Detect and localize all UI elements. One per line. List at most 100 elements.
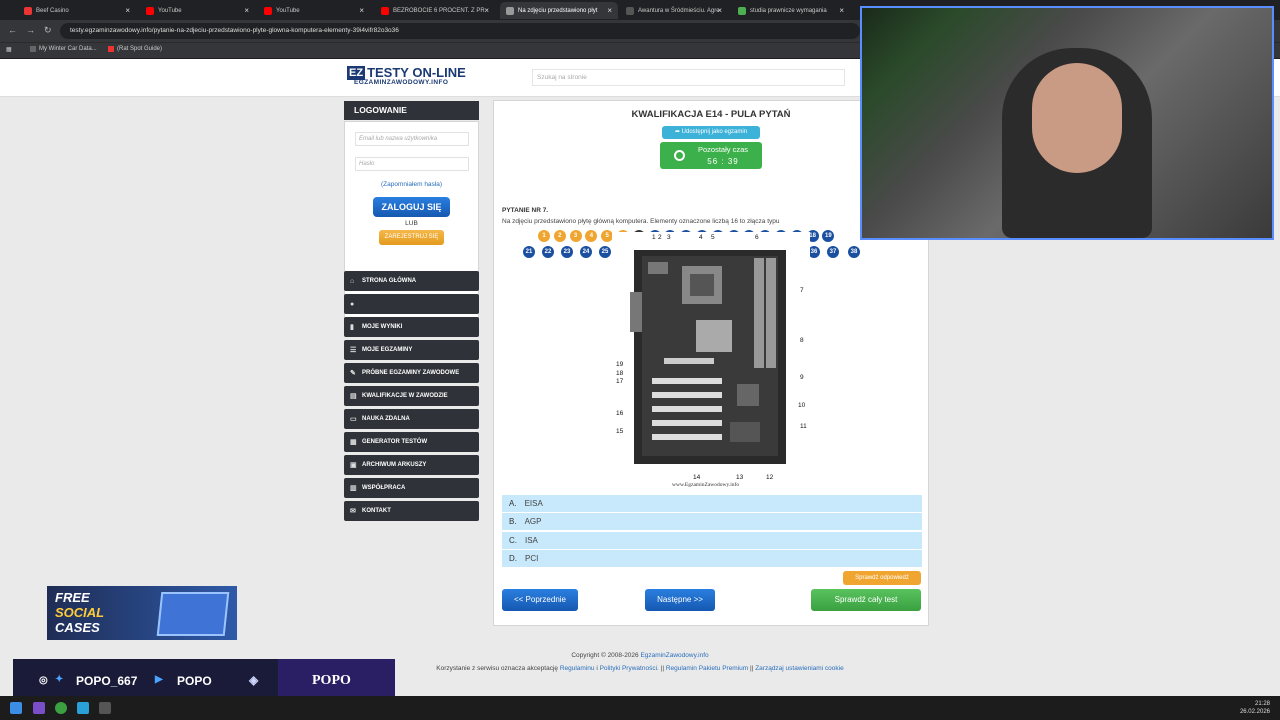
image-callout-label: 8 [800,337,804,344]
sidebar-item[interactable]: ▣ ARCHIWUM ARKUSZY [344,455,479,475]
clock-date: 26.02.2026 [1239,709,1270,715]
check-answer-button[interactable]: Sprawdź odpowiedź [843,571,921,585]
question-number-button[interactable]: 3 [569,230,582,242]
tab-favicon [738,6,746,15]
close-tab-icon[interactable]: × [359,6,364,15]
close-tab-icon[interactable]: × [717,6,722,15]
sidebar-item[interactable]: ▭ NAUKA ZDALNA [344,409,479,429]
social-handle: POPO_667 [76,674,138,688]
answer-letter: D. [509,553,517,563]
telegram-icon[interactable] [77,702,89,714]
bookmark-2[interactable]: (Rat Spot Guide) [108,46,162,52]
browser-tab[interactable]: YouTube × [258,2,370,19]
sidebar-item-label: GENERATOR TESTÓW [362,439,428,445]
previous-button[interactable]: << Poprzednie [502,589,578,611]
close-tab-icon[interactable]: × [484,6,489,15]
forward-icon[interactable]: → [26,25,35,35]
user-icon: ● [350,300,355,308]
app-icon[interactable] [33,702,45,714]
site-logo[interactable]: EZ TESTY ON-LINE EGZAMINZAWODOWY.INFO [347,66,466,88]
archive-icon: ▣ [350,461,357,469]
sidebar-item-label: MOJE WYNIKI [362,324,403,330]
share-label: Udostępnij jako egzamin [681,129,748,135]
image-callout-label: 19 [616,361,624,368]
webcam-overlay [860,6,1274,240]
youtube-icon: ▶ [155,674,163,685]
tab-favicon [146,6,154,15]
bookmark-1[interactable]: My Winter Car Data... [30,46,97,52]
question-number-button[interactable]: 1 [538,230,550,242]
sidebar-item-label: KWALIFIKACJE W ZAWODZIE [362,393,448,399]
check-all-button[interactable]: Sprawdź cały test [811,589,921,611]
sidebar-item[interactable]: ▦ GENERATOR TESTÓW [344,432,479,452]
premium-terms-link[interactable]: Regulamin Pakietu Premium [666,665,748,672]
url-field[interactable]: testy.egzaminzawodowy.info/pytanie-na-zd… [60,23,860,39]
apps-icon[interactable]: ▦ [6,46,12,53]
logo-title: TESTY ON-LINE [367,65,466,80]
answer-option[interactable]: B. AGP [502,513,922,532]
register-button[interactable]: ZAREJESTRUJ SIĘ [379,230,444,245]
promo-banner: FREE SOCIAL CASES [47,586,237,640]
twitter-icon: ✦ [55,674,64,685]
browser-tab[interactable]: Na zdjęciu przedstawiono płyt × [500,2,618,19]
taskbar: 21:28 26.02.2026 [0,696,1280,720]
forgot-password-link[interactable]: (Zapomniałem hasła) [345,181,478,188]
close-tab-icon[interactable]: × [839,6,844,15]
close-tab-icon[interactable]: × [244,6,249,15]
image-callout-label: 17 [616,378,624,385]
sidebar-item[interactable]: ▮ MOJE WYNIKI [344,317,479,337]
answer-option[interactable]: D. PCI [502,549,922,568]
sidebar-item[interactable]: ▤ KWALIFIKACJE W ZAWODZIE [344,386,479,406]
image-callout-label: 9 [800,374,804,381]
sidebar-item[interactable]: ● [344,294,479,314]
back-icon[interactable]: ← [8,25,17,35]
close-tab-icon[interactable]: × [607,6,612,15]
question-number-button[interactable]: 2 [553,230,566,242]
question-number-button[interactable]: 4 [585,230,598,242]
share-exam-button[interactable]: ➦ Udostępnij jako egzamin [662,126,760,139]
tab-label: Awantura w Śródmieściu. Agre [638,7,720,14]
brand-logo: POPO [312,673,351,688]
browser-tab[interactable]: studia prawnicze wymagania × [732,2,850,19]
app-icon[interactable] [99,702,111,714]
copyright-link[interactable]: EgzaminZawodowy.info [640,652,708,659]
answer-option[interactable]: C. ISA [502,531,922,550]
mail-icon: ✉ [350,507,356,515]
browser-tab[interactable]: Beef Casino × [18,2,136,19]
or-label: LUB [405,220,418,227]
email-field[interactable]: Email lub nazwa użytkownika [355,132,469,146]
answer-option[interactable]: A. EISA [502,495,922,513]
browser-tab[interactable]: BEZROBOCIE 6 PROCENT. Z PR × [375,2,495,19]
login-button[interactable]: ZALOGUJ SIĘ [373,197,450,217]
question-number-button[interactable]: 23 [561,246,573,258]
question-number-button[interactable]: 22 [542,246,554,258]
system-clock[interactable]: 21:28 26.02.2026 [1240,700,1270,716]
search-input[interactable]: Szukaj na stronie [532,69,845,86]
chrome-icon[interactable] [55,702,67,714]
question-number-button[interactable]: 37 [827,246,839,258]
privacy-link[interactable]: Polityki Prywatności. [600,665,659,672]
reload-icon[interactable]: ↻ [44,25,52,36]
sidebar-item[interactable]: ⌂ STRONA GŁÓWNA [344,271,479,291]
sidebar-item-label: STRONA GŁÓWNA [362,278,417,284]
next-button[interactable]: Następne >> [645,589,715,611]
terms-link[interactable]: Regulaminu [560,665,595,672]
question-number-button[interactable]: 24 [580,246,592,258]
question-number-button[interactable]: 19 [822,230,835,242]
sidebar-item[interactable]: ☰ MOJE EGZAMINY [344,340,479,360]
sidebar-item[interactable]: ▥ WSPÓŁPRACA [344,478,479,498]
sidebar-item[interactable]: ✉ KONTAKT [344,501,479,521]
share-icon: ➦ [674,129,682,135]
browser-tab[interactable]: Awantura w Śródmieściu. Agre × [620,2,728,19]
question-number-button[interactable]: 21 [523,246,535,258]
browser-tab[interactable]: YouTube × [140,2,255,19]
start-icon[interactable] [10,702,22,714]
sidebar-item[interactable]: ✎ PRÓBNE EGZAMINY ZAWODOWE [344,363,479,383]
cookie-settings-link[interactable]: Zarządzaj ustawieniami cookie [755,665,844,672]
tab-label: studia prawnicze wymagania [750,7,827,14]
question-number-button[interactable]: 38 [848,246,860,258]
book-icon: ▤ [350,392,357,400]
question-number-button[interactable]: 25 [599,246,611,258]
close-tab-icon[interactable]: × [125,6,130,15]
password-field[interactable]: Hasło [355,157,469,171]
